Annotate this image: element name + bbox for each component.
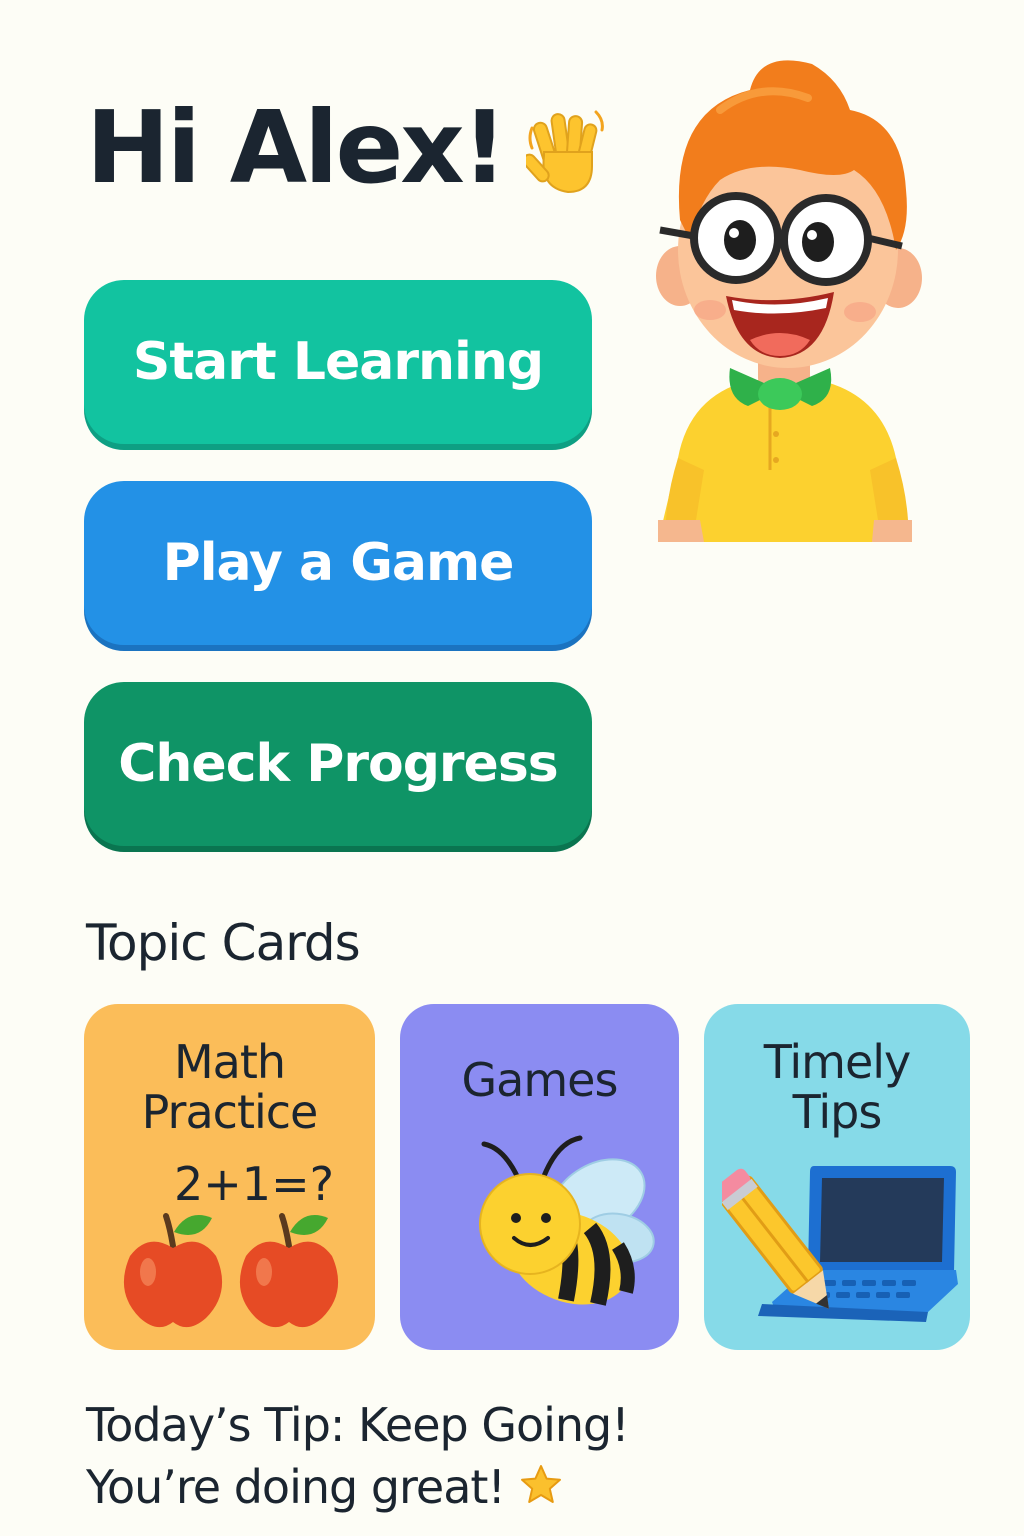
todays-tip: Today’s Tip: Keep Going! You’re doing gr… (86, 1394, 630, 1518)
apple-icon (123, 1213, 223, 1328)
waving-hand-icon (526, 110, 605, 194)
topic-card-games[interactable]: Games (400, 1004, 679, 1350)
card-title-line2: Tips (792, 1085, 883, 1139)
card-title-line2: Practice (141, 1085, 319, 1139)
card-title-line1: Math (173, 1035, 286, 1089)
card-title-line1: Timely (763, 1035, 912, 1089)
topic-card-math-practice[interactable]: Math Practice 2+1=? (84, 1004, 375, 1350)
start-learning-button[interactable]: Start Learning (84, 280, 592, 444)
topic-cards-heading: Topic Cards (86, 914, 361, 972)
check-progress-button[interactable]: Check Progress (84, 682, 592, 846)
bee-icon (479, 1135, 655, 1306)
greeting-heading: Hi Alex! (86, 88, 606, 208)
tip-line-1: Today’s Tip: Keep Going! (86, 1398, 630, 1452)
pencil-laptop-icon (722, 1166, 958, 1322)
star-icon (520, 1465, 561, 1503)
tip-line-2-wrapper: You’re doing great! (86, 1456, 629, 1518)
topic-card-timely-tips[interactable]: Timely Tips (704, 1004, 970, 1350)
boy-avatar-icon (656, 60, 922, 542)
play-game-button[interactable]: Play a Game (84, 481, 592, 645)
card-title-line1: Games (461, 1053, 619, 1107)
apple-icon (239, 1213, 339, 1328)
greeting-text: Hi Alex! (86, 89, 507, 206)
tip-line-2: You’re doing great! (86, 1460, 506, 1514)
